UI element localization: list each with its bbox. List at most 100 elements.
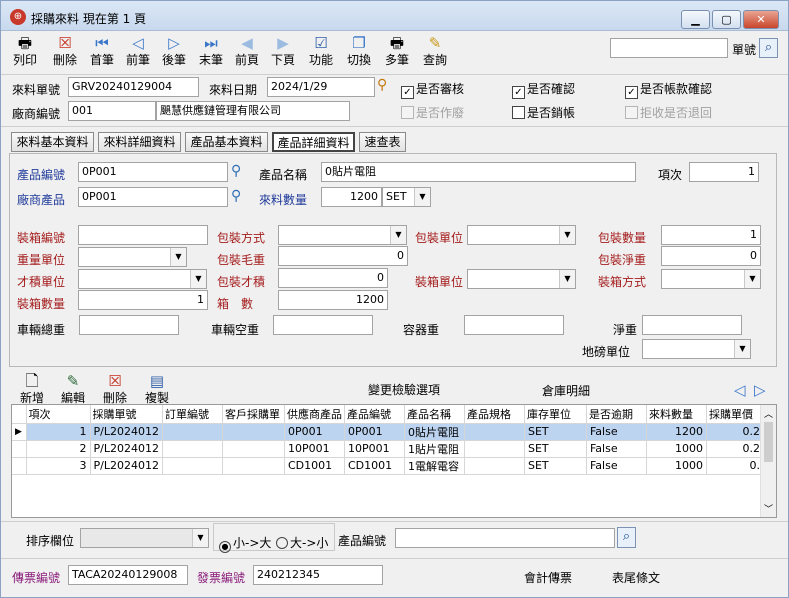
next-page-button[interactable]: ▶ 下頁: [265, 32, 301, 72]
close-button[interactable]: ✕: [743, 10, 779, 29]
function-button[interactable]: ☑ 功能: [303, 32, 339, 72]
voided-checkbox[interactable]: 是否作廢: [401, 104, 464, 121]
sort-field-select[interactable]: ▼: [80, 528, 209, 548]
cartons-label: 箱 數: [217, 297, 254, 311]
col-customer-po[interactable]: 客戶採購單: [222, 405, 285, 424]
pack-gross-field[interactable]: 0: [278, 246, 408, 266]
delete-button[interactable]: ☒ 刪除: [47, 32, 83, 72]
tab-quick-lookup[interactable]: 速查表: [359, 132, 406, 152]
prev-record-button[interactable]: ◁ 前筆: [120, 32, 156, 72]
col-product-no[interactable]: 產品編號: [344, 405, 405, 424]
scroll-thumb[interactable]: [764, 422, 773, 462]
last-record-button[interactable]: ⏭ 末筆: [193, 32, 229, 72]
vendor-no-label: 廠商編號: [12, 107, 61, 121]
vendor-product-lookup-icon[interactable]: ⚲: [231, 188, 241, 204]
box-method-select[interactable]: ▼: [661, 269, 761, 289]
closed-checkbox[interactable]: 是否銷帳: [512, 104, 575, 121]
tab-receipt-basic[interactable]: 來料基本資料: [11, 132, 94, 152]
grid-next-icon[interactable]: ▷: [754, 381, 766, 399]
vehicle-total-field[interactable]: [79, 315, 179, 335]
voucher-no-field[interactable]: TACA20240129008: [68, 565, 188, 585]
accounting-voucher-link[interactable]: 會計傳票: [524, 569, 572, 586]
col-overdue[interactable]: 是否逾期: [586, 405, 647, 424]
filter-search-button[interactable]: ⌕: [617, 527, 636, 548]
checkbox-checked-icon: ✓: [625, 86, 638, 99]
maximize-button[interactable]: ▢: [712, 10, 741, 29]
container-weight-field[interactable]: [464, 315, 564, 335]
chevron-down-icon[interactable]: ﹀: [761, 502, 776, 515]
receipt-no-label: 來料單號: [12, 83, 61, 97]
weight-unit-select[interactable]: ▼: [78, 247, 187, 267]
product-lookup-icon[interactable]: ⚲: [231, 163, 241, 179]
col-order-no[interactable]: 訂單編號: [162, 405, 223, 424]
col-item-no[interactable]: 項次: [26, 405, 91, 424]
pack-unit-select[interactable]: ▼: [467, 225, 576, 245]
receipt-unit-select[interactable]: SET ▼: [382, 187, 431, 207]
pack-qty-field[interactable]: 1: [661, 225, 761, 245]
cartons-field[interactable]: 1200: [278, 290, 388, 310]
vendor-product-field[interactable]: 0P001: [78, 187, 228, 207]
toolbar-divider: [1, 74, 788, 75]
receipt-no-field[interactable]: GRV20240129004: [68, 77, 199, 97]
tab-receipt-detail[interactable]: 來料詳細資料: [98, 132, 181, 152]
sort-asc-radio[interactable]: ● 小->大: [219, 534, 271, 553]
scale-unit-select[interactable]: ▼: [642, 339, 751, 359]
table-row[interactable]: ▶ 1 P/L2024012 0P001 0P001 0貼片電阻 SET Fal…: [12, 423, 771, 441]
print-button[interactable]: 🖶 列印: [7, 32, 43, 72]
confirmed-checkbox[interactable]: ✓ 是否確認: [512, 80, 575, 99]
col-product-name[interactable]: 產品名稱: [404, 405, 465, 424]
audited-checkbox[interactable]: ✓ 是否審核: [401, 80, 464, 99]
warehouse-detail-link[interactable]: 倉庫明細: [542, 382, 590, 399]
switch-button[interactable]: ❐ 切換: [341, 32, 377, 72]
tab-product-detail[interactable]: 產品詳細資料: [272, 132, 355, 152]
doc-search-button[interactable]: ⌕: [759, 38, 778, 58]
col-supplier-product[interactable]: 供應商產品: [284, 405, 345, 424]
footer-terms-link[interactable]: 表尾條文: [612, 569, 660, 586]
rejected-return-checkbox[interactable]: 拒收是否退回: [625, 104, 712, 121]
vendor-name-field[interactable]: 颶慧供應鏈管理有限公司: [156, 101, 350, 121]
col-po-no[interactable]: 採購單號: [90, 405, 163, 424]
pack-method-select[interactable]: ▼: [278, 225, 407, 245]
pack-gross-label: 包裝毛重: [217, 253, 266, 267]
pack-net-field[interactable]: 0: [661, 246, 761, 266]
col-product-spec[interactable]: 產品規格: [464, 405, 525, 424]
minimize-button[interactable]: ▁: [681, 10, 710, 29]
vendor-no-field[interactable]: 001: [68, 101, 156, 121]
net-weight-field[interactable]: [642, 315, 742, 335]
product-no-field[interactable]: 0P001: [78, 162, 228, 182]
sort-field-label: 排序欄位: [26, 534, 75, 548]
col-receipt-qty[interactable]: 來料數量: [646, 405, 707, 424]
next-record-button[interactable]: ▷ 後筆: [156, 32, 192, 72]
receipt-qty-field[interactable]: 1200: [321, 187, 382, 207]
account-confirmed-checkbox[interactable]: ✓ 是否帳款確認: [625, 80, 712, 99]
invoice-no-field[interactable]: 240212345: [253, 565, 383, 585]
cubic-unit-select[interactable]: ▼: [78, 269, 207, 289]
grid-prev-icon[interactable]: ◁: [734, 381, 746, 399]
receipt-date-label: 來料日期: [209, 83, 258, 97]
change-inspection-link[interactable]: 變更檢驗選項: [368, 381, 440, 398]
table-row[interactable]: 2 P/L2024012 10P001 10P001 1貼片電阻 SET Fal…: [12, 440, 771, 458]
grid-vertical-scrollbar[interactable]: ︿ ﹀: [760, 405, 776, 517]
box-unit-select[interactable]: ▼: [467, 269, 576, 289]
vehicle-empty-field[interactable]: [273, 315, 373, 335]
prev-page-button[interactable]: ◀ 前頁: [229, 32, 265, 72]
box-qty-field[interactable]: 1: [78, 290, 208, 310]
table-row[interactable]: 3 P/L2024012 CD1001 CD1001 1電解電容 SET Fal…: [12, 457, 771, 475]
box-no-field[interactable]: [78, 225, 208, 245]
first-record-button[interactable]: ⏮ 首筆: [84, 32, 120, 72]
filter-product-no-input[interactable]: [395, 528, 615, 548]
chevron-up-icon[interactable]: ︿: [761, 407, 776, 420]
pack-cubic-field[interactable]: 0: [278, 268, 388, 288]
doc-search-input[interactable]: [610, 38, 728, 58]
sort-desc-radio[interactable]: 大->小: [276, 534, 328, 551]
item-no-field[interactable]: 1: [689, 162, 759, 182]
last-record-icon: ⏭: [204, 34, 218, 52]
tab-product-basic[interactable]: 產品基本資料: [185, 132, 268, 152]
multi-record-button[interactable]: 🖶 多筆: [379, 32, 415, 72]
product-name-field[interactable]: 0貼片電阻: [321, 162, 636, 182]
receipt-date-field[interactable]: 2024/1/29: [267, 77, 375, 97]
col-stock-unit[interactable]: 庫存單位: [524, 405, 587, 424]
detail-grid[interactable]: 項次 採購單號 訂單編號 客戶採購單 供應商產品 產品編號 產品名稱 產品規格 …: [11, 404, 777, 518]
date-picker-icon[interactable]: ⚲: [377, 77, 387, 93]
query-button[interactable]: ✎ 查詢: [417, 32, 453, 72]
